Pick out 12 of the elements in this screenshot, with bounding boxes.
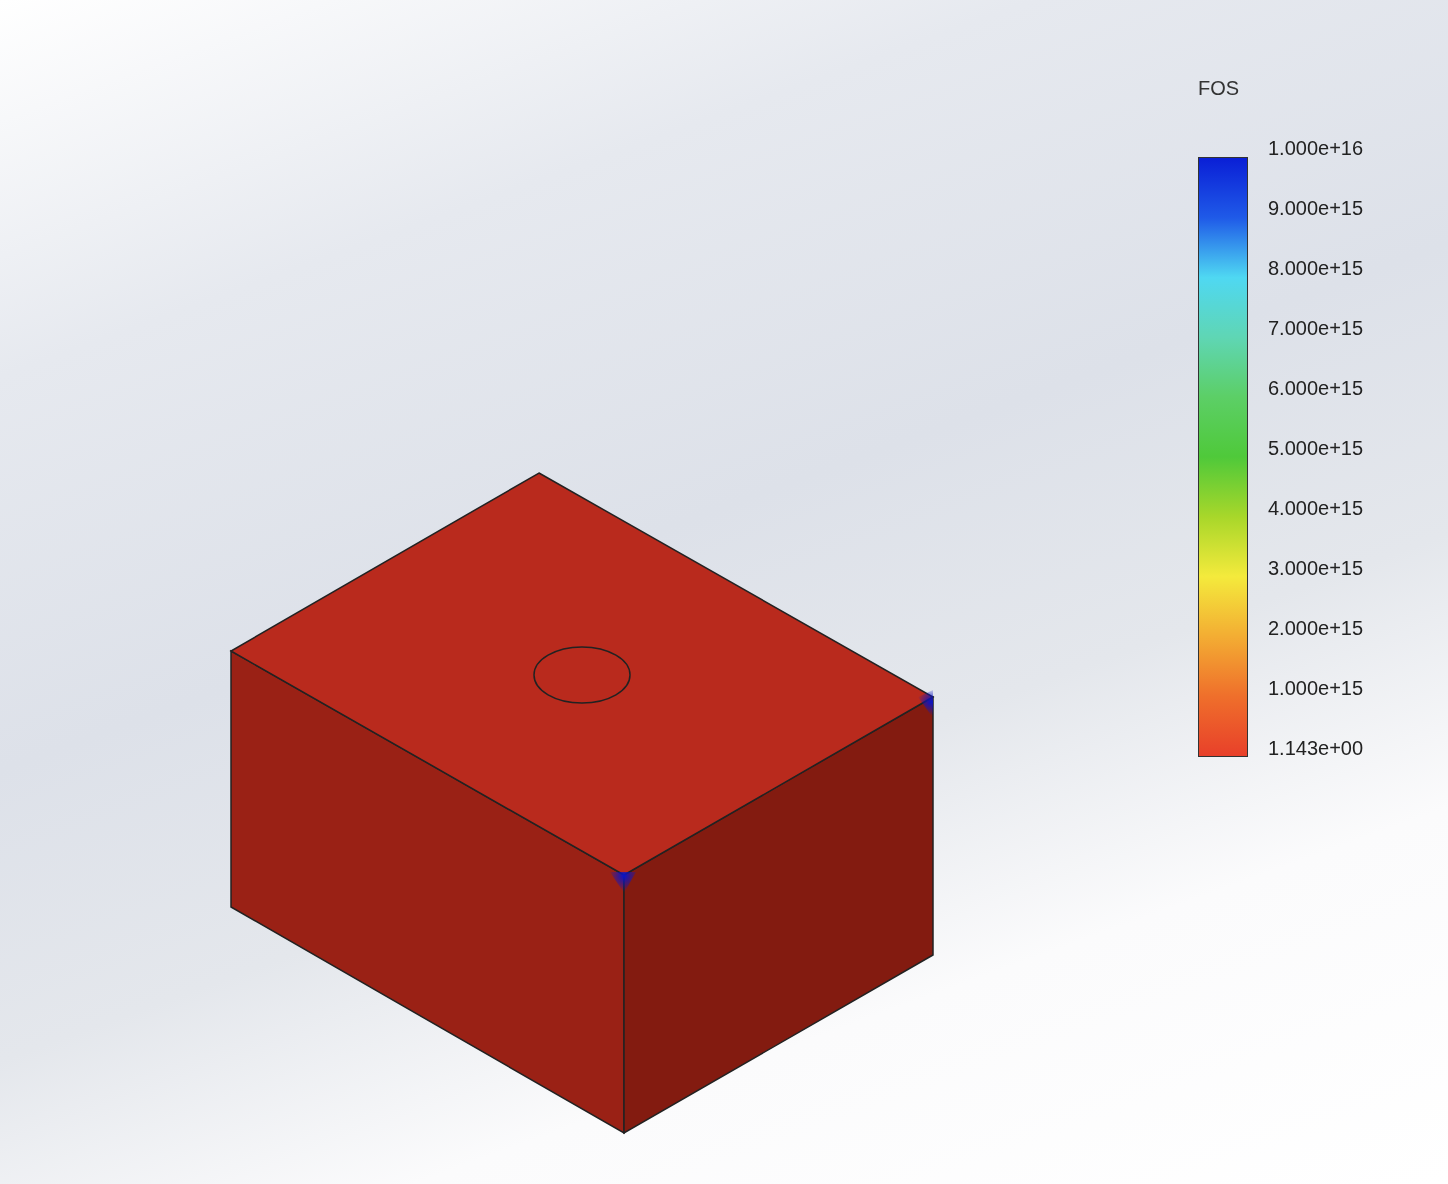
scale-value-label: 4.000e+15 bbox=[1268, 496, 1364, 521]
scale-value-label: 6.000e+15 bbox=[1268, 376, 1364, 401]
scale-value-label: 1.000e+15 bbox=[1268, 676, 1364, 701]
scale-value-label: 9.000e+15 bbox=[1268, 196, 1364, 221]
scale-value-label: 1.143e+00 bbox=[1268, 736, 1364, 761]
scale-value-label: 3.000e+15 bbox=[1268, 556, 1364, 581]
scale-value-label: 8.000e+15 bbox=[1268, 256, 1364, 281]
legend-title: FOS bbox=[1198, 76, 1241, 101]
scale-value-label: 5.000e+15 bbox=[1268, 436, 1364, 461]
scale-value-label: 7.000e+15 bbox=[1268, 316, 1364, 341]
scale-value-label: 1.000e+16 bbox=[1268, 136, 1364, 161]
scale-value-label: 2.000e+15 bbox=[1268, 616, 1364, 641]
